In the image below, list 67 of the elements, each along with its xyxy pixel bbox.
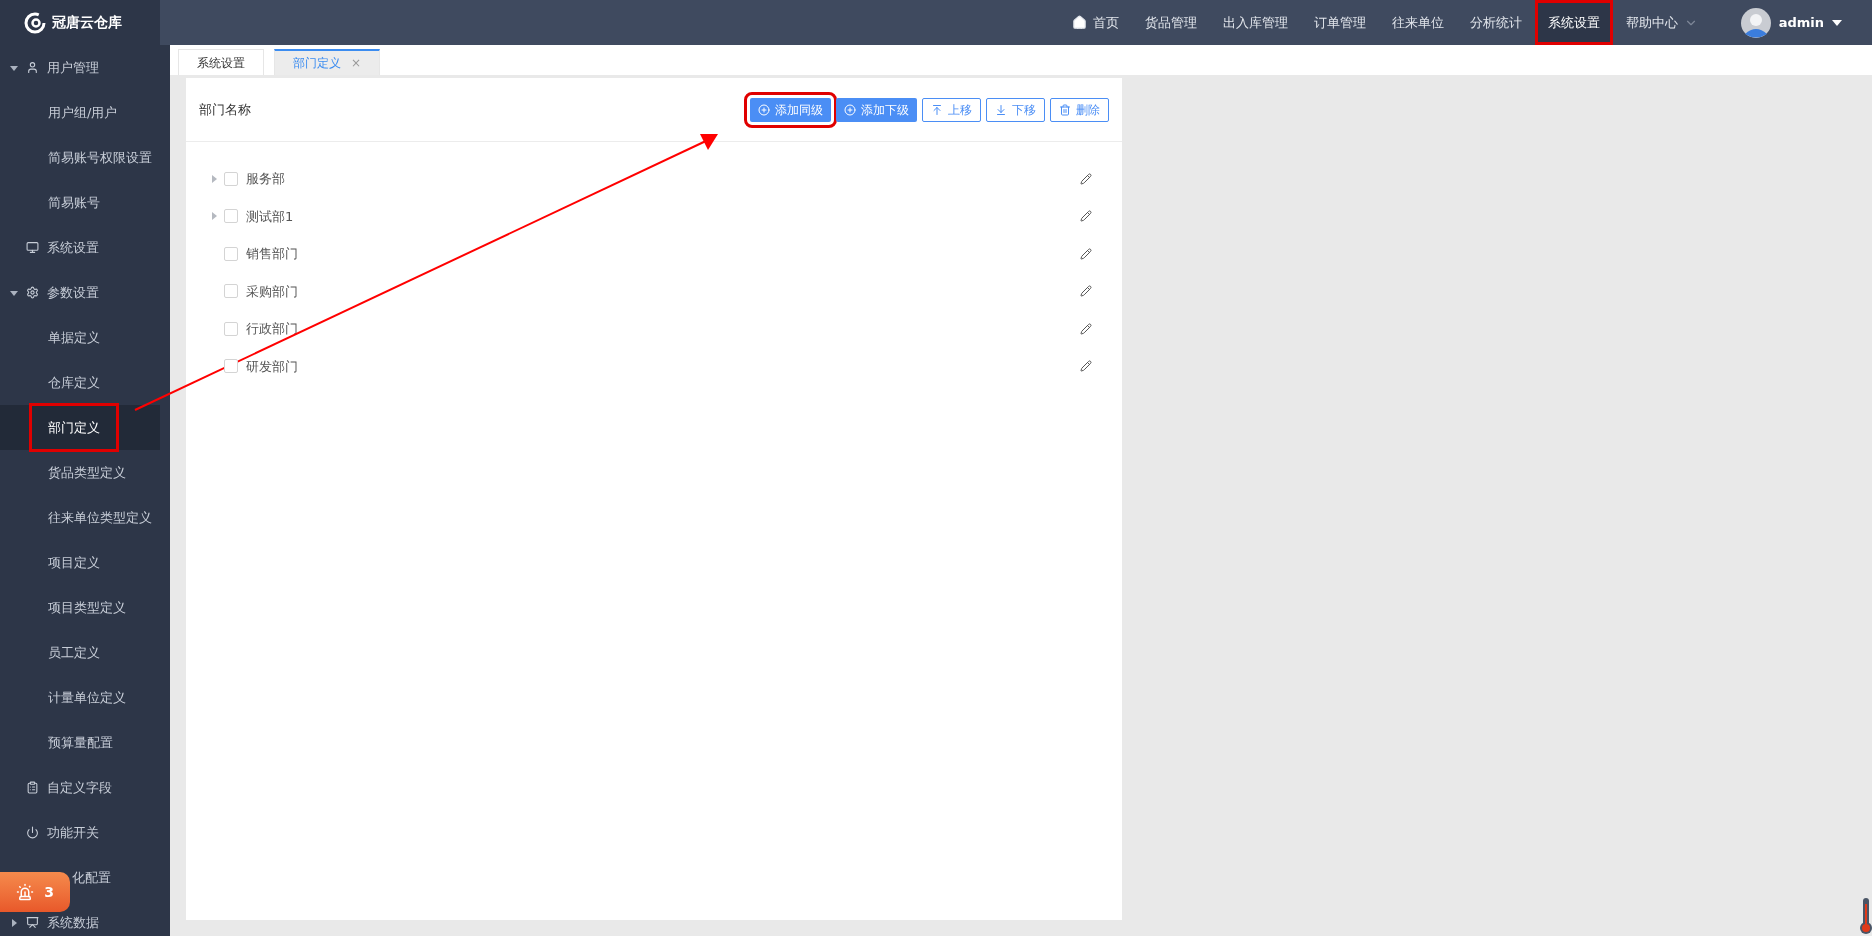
sidebar-item[interactable]: 简易账号 xyxy=(0,180,160,225)
caret-down-icon[interactable] xyxy=(1832,19,1842,26)
sidebar-item[interactable]: 项目类型定义 xyxy=(0,585,160,630)
user-name[interactable]: admin xyxy=(1778,12,1824,33)
checkbox[interactable] xyxy=(224,246,238,261)
upload-icon xyxy=(931,103,943,116)
sidebar-item[interactable]: 项目定义 xyxy=(0,540,160,585)
plus-icon xyxy=(758,103,770,116)
sidebar-item[interactable]: 员工定义 xyxy=(0,630,160,675)
logo-icon xyxy=(24,11,46,34)
menu-icon xyxy=(26,241,39,254)
sidebar-item[interactable]: 化配置 xyxy=(72,855,160,900)
nav-item[interactable]: 首页 xyxy=(1058,0,1132,45)
nav-item[interactable]: 出入库管理 xyxy=(1209,0,1301,45)
sidebar-item[interactable]: 简易账号权限设置 xyxy=(0,135,160,180)
sidebar-item[interactable]: 仓库定义 xyxy=(0,360,160,405)
checkbox[interactable] xyxy=(224,321,238,336)
sidebar-item[interactable]: 单据定义 xyxy=(0,315,160,360)
edit-icon[interactable] xyxy=(1080,322,1092,335)
checkbox[interactable] xyxy=(224,284,238,299)
tree-row[interactable]: 研发部门 xyxy=(186,347,1122,385)
checkbox[interactable] xyxy=(224,359,238,374)
nav-item[interactable]: 货品管理 xyxy=(1131,0,1210,45)
menu-icon xyxy=(26,61,39,74)
trash-icon xyxy=(1059,103,1071,116)
nav-item[interactable]: 分析统计 xyxy=(1456,0,1535,45)
sidebar-item[interactable]: 功能开关 xyxy=(0,810,160,855)
nav-item[interactable]: 帮助中心 xyxy=(1612,0,1711,45)
sidebar-item[interactable]: 往来单位类型定义 xyxy=(0,495,160,540)
sidebar-item[interactable]: 货品类型定义 xyxy=(0,450,160,495)
edit-icon[interactable] xyxy=(1080,210,1092,223)
download-icon xyxy=(995,103,1007,116)
edit-icon[interactable] xyxy=(1080,247,1092,260)
nav-item[interactable]: 系统设置 xyxy=(1534,0,1613,45)
home-icon xyxy=(1071,15,1087,30)
checkbox[interactable] xyxy=(224,171,238,186)
checkbox[interactable] xyxy=(224,209,238,224)
tab[interactable]: 系统设置 xyxy=(178,49,264,75)
thermometer-icon xyxy=(1860,898,1872,934)
menu-icon xyxy=(26,916,39,929)
nav-item[interactable]: 往来单位 xyxy=(1378,0,1457,45)
menu-icon xyxy=(26,826,39,839)
tree-row[interactable]: 采购部门 xyxy=(186,272,1122,310)
tree-row[interactable]: 服务部 xyxy=(186,160,1122,198)
sidebar-item[interactable]: 预算量配置 xyxy=(0,720,160,765)
avatar[interactable] xyxy=(1740,7,1771,38)
edit-icon[interactable] xyxy=(1080,285,1092,298)
app-name: 冠唐云仓库 xyxy=(52,13,122,32)
panel-title: 部门名称 xyxy=(199,100,251,119)
nav-item[interactable]: 订单管理 xyxy=(1300,0,1379,45)
sidebar-item[interactable]: 系统设置 xyxy=(0,225,160,270)
sidebar-item[interactable]: 参数设置 xyxy=(0,270,160,315)
plus-icon xyxy=(844,103,856,116)
menu-icon xyxy=(26,286,39,299)
tree-row[interactable]: 测试部1 xyxy=(186,197,1122,235)
sidebar-item[interactable]: 自定义字段 xyxy=(0,765,160,810)
tree-row[interactable]: 行政部门 xyxy=(186,310,1122,348)
sidebar-item[interactable]: 用户组/用户 xyxy=(0,90,160,135)
sidebar-item[interactable]: 部门定义 xyxy=(0,405,160,450)
toolbar-button[interactable]: 上移 xyxy=(922,97,981,122)
siren-icon xyxy=(16,883,35,901)
tree-row[interactable]: 销售部门 xyxy=(186,235,1122,273)
edit-icon[interactable] xyxy=(1080,172,1092,185)
sidebar-item[interactable]: 用户管理 xyxy=(0,45,160,90)
edit-icon[interactable] xyxy=(1080,360,1092,373)
menu-icon xyxy=(26,781,39,794)
sidebar-item[interactable]: 计量单位定义 xyxy=(0,675,160,720)
